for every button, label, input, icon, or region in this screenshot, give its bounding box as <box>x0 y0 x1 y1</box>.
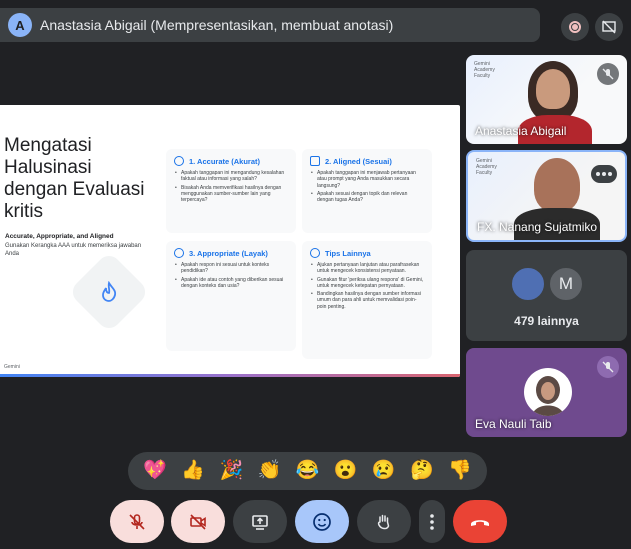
participant-name: FX. Nanang Sujatmiko <box>477 220 598 234</box>
lightbulb-icon <box>310 248 320 258</box>
shared-slide: Mengatasi Halusinasi dengan Evaluasi kri… <box>0 105 460 377</box>
hand-icon <box>377 514 390 529</box>
more-options-button[interactable] <box>591 165 617 183</box>
card-appropriate: 3. Appropriate (Layak) Apakah respon ini… <box>166 241 296 351</box>
smile-icon <box>174 248 184 258</box>
reaction-surprised[interactable]: 😮 <box>334 461 358 481</box>
participant-tile-anastasia[interactable]: Gemini Academy Faculty Anastasia Abigail <box>466 55 627 144</box>
participant-avatar-letter: M <box>548 266 584 302</box>
card-heading: Tips Lainnya <box>325 248 371 258</box>
card-heading: 1. Accurate (Akurat) <box>189 156 260 166</box>
reaction-thumbs-up[interactable]: 👍 <box>181 461 205 481</box>
card-item: Apakah respon ini sesuai untuk konteks p… <box>174 262 288 275</box>
card-tips: Tips Lainnya Ajukan pertanyaan lanjutan … <box>302 241 432 359</box>
mic-off-icon <box>129 513 145 530</box>
participant-avatar <box>524 368 572 416</box>
participant-name: Eva Nauli Taib <box>475 417 552 431</box>
recording-button[interactable] <box>561 13 589 41</box>
leave-call-button[interactable] <box>453 500 507 543</box>
slide-title: Mengatasi Halusinasi dengan Evaluasi kri… <box>4 135 145 222</box>
card-item: Bisakah Anda memverifikasi hasilnya deng… <box>174 185 288 204</box>
present-screen-button[interactable] <box>233 500 287 543</box>
card-item: Bandingkan hasilnya dengan sumber inform… <box>310 291 424 310</box>
presenter-label: Anastasia Abigail (Mempresentasikan, mem… <box>40 17 394 33</box>
participant-face <box>534 158 580 212</box>
reaction-clap[interactable]: 👏 <box>258 461 282 481</box>
mic-toggle-button[interactable] <box>110 500 164 543</box>
reaction-thinking[interactable]: 🤔 <box>410 461 434 481</box>
flame-icon <box>102 281 117 302</box>
participant-tile-eva[interactable]: Eva Nauli Taib <box>466 348 627 437</box>
stop-presenting-button[interactable] <box>595 13 623 41</box>
call-end-icon <box>471 519 489 526</box>
card-heading: 2. Aligned (Sesuai) <box>325 156 392 166</box>
card-item: Apakah tanggapan ini menjawab pertanyaan… <box>310 170 424 189</box>
slide-accent-bar <box>0 374 460 377</box>
tile-brand: Gemini Academy Faculty <box>476 158 497 176</box>
tile-brand: Gemini Academy Faculty <box>474 61 495 79</box>
present-icon <box>252 514 268 530</box>
card-item: Apakah tanggapan ini mengandung kesalaha… <box>174 170 288 183</box>
participant-name: Anastasia Abigail <box>475 124 567 138</box>
mic-off-icon <box>597 63 619 85</box>
participant-tile-nanang[interactable]: Gemini Academy Faculty FX. Nanang Sujatm… <box>466 150 627 242</box>
card-heading: 3. Appropriate (Layak) <box>189 248 268 258</box>
slide-footer: Gemini <box>4 364 20 370</box>
participant-face <box>536 69 570 109</box>
card-accurate: 1. Accurate (Akurat) Apakah tanggapan in… <box>166 149 296 233</box>
reaction-heart[interactable]: 💖 <box>143 461 167 481</box>
emoji-icon <box>313 512 331 531</box>
presenter-avatar: A <box>8 13 32 37</box>
others-tile[interactable]: M 479 lainnya <box>466 250 627 341</box>
card-item: Ajukan pertanyaan lanjutan atau parafras… <box>310 262 424 275</box>
more-options-button[interactable] <box>419 500 445 543</box>
mic-off-icon <box>597 356 619 378</box>
more-vert-icon <box>430 513 434 530</box>
card-aligned: 2. Aligned (Sesuai) Apakah tanggapan ini… <box>302 149 432 233</box>
reaction-laugh[interactable]: 😂 <box>296 461 320 481</box>
reactions-button[interactable] <box>295 500 349 543</box>
reactions-bar: 💖 👍 🎉 👏 😂 😮 😢 🤔 👎 <box>128 452 487 490</box>
target-icon <box>174 156 184 166</box>
card-item: Gunakan fitur 'periksa ulang respons' di… <box>310 277 424 290</box>
slide-subtitle-bold: Accurate, Appropriate, and Aligned <box>5 233 114 240</box>
card-item: Apakah sesuai dengan topik dan relevan d… <box>310 191 424 204</box>
reaction-sad[interactable]: 😢 <box>372 461 396 481</box>
record-icon <box>569 21 581 33</box>
camera-toggle-button[interactable] <box>171 500 225 543</box>
card-item: Apakah ide atau contoh yang diberikan se… <box>174 277 288 290</box>
presenter-bar: A Anastasia Abigail (Mempresentasikan, m… <box>0 8 540 42</box>
raise-hand-button[interactable] <box>357 500 411 543</box>
slide-subtitle: Accurate, Appropriate, and Aligned Gunak… <box>5 233 155 258</box>
present-off-icon <box>602 20 616 34</box>
reaction-party[interactable]: 🎉 <box>219 461 243 481</box>
checklist-icon <box>310 156 320 166</box>
others-count: 479 lainnya <box>514 314 579 328</box>
slide-subtitle-text: Gunakan Kerangka AAA untuk memeriksa jaw… <box>5 243 142 257</box>
reaction-thumbs-down[interactable]: 👎 <box>448 461 472 481</box>
meet-window: A Anastasia Abigail (Mempresentasikan, m… <box>0 0 631 549</box>
participant-avatar-photo <box>510 266 546 302</box>
camera-off-icon <box>190 513 206 530</box>
